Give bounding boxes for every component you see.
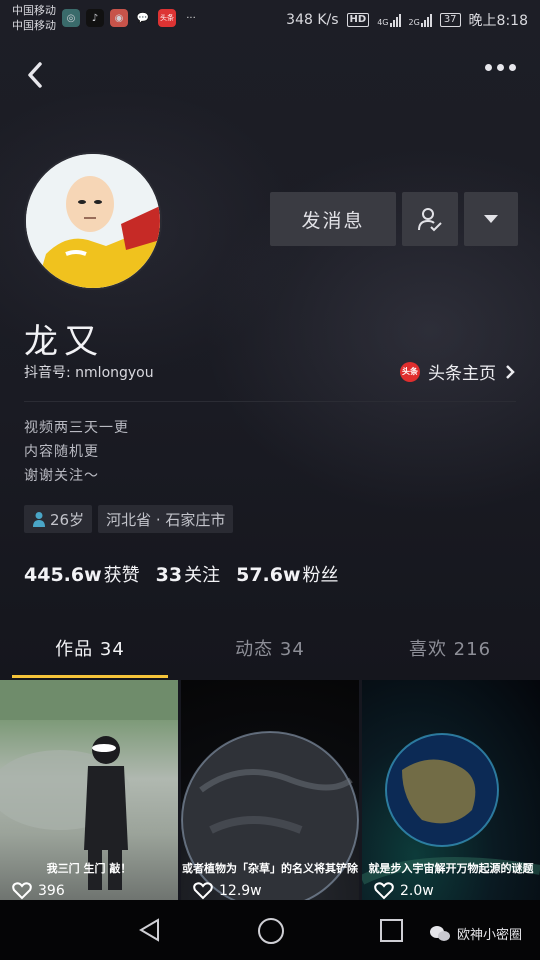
weibo-notification-icon: ◉ (110, 9, 128, 27)
bio: 视频两三天一更 内容随机更 谢谢关注～ (24, 416, 129, 488)
battery-icon: 37 (439, 13, 461, 27)
video-thumbnail[interactable]: 我三门 生门 敲！ 396 (0, 680, 178, 900)
status-right: 348 K/s HD 4G 2G 37 晚上8:18 (286, 10, 528, 30)
stat-following[interactable]: 33 关注 (156, 561, 220, 587)
likes-count: 12.9w (219, 883, 262, 899)
heart-icon (374, 882, 394, 900)
hd-icon: HD (346, 13, 370, 27)
stat-value: 445.6w (24, 564, 102, 586)
heart-icon (193, 882, 213, 900)
more-dot-icon (485, 64, 492, 71)
tab-works[interactable]: 作品 34 (0, 628, 180, 678)
stat-label: 获赞 (103, 565, 140, 586)
douyin-id: 抖音号: nmlongyou (24, 365, 154, 381)
video-grid: 我三门 生门 敲！ 396 或者植物为「杂草」的名义将其铲除 12.9w 就是步… (0, 680, 540, 900)
triangle-back-icon (139, 918, 159, 942)
video-caption: 或者植物为「杂草」的名义将其铲除 (182, 862, 358, 875)
net-type-1: 4G (377, 18, 389, 27)
net-speed: 348 K/s (286, 12, 339, 28)
followed-button[interactable] (402, 192, 458, 246)
chevron-right-icon (506, 364, 515, 379)
notification-icons: ◎ ♪ ◉ 💬 头条 ··· (62, 9, 200, 27)
bio-line: 谢谢关注～ (24, 468, 99, 484)
send-message-button[interactable]: 发消息 (270, 192, 396, 246)
bio-line: 视频两三天一更 (24, 420, 129, 436)
signal-2-icon: 2G (409, 13, 432, 27)
toutiao-notification-icon: 头条 (158, 9, 176, 27)
profile-stats: 445.6w 获赞 33 关注 57.6w 粉丝 (24, 561, 339, 587)
content-tabs: 作品 34 动态 34 喜欢 216 (0, 628, 540, 678)
carrier-info: 中国移动 中国移动 (12, 3, 56, 33)
chat-notification-icon: 💬 (136, 12, 150, 24)
chevron-left-icon (28, 62, 42, 88)
tiktok-notification-icon: ♪ (86, 9, 104, 27)
back-button[interactable] (20, 58, 54, 92)
carrier-1: 中国移动 (12, 4, 56, 17)
tab-posts[interactable]: 动态 34 (180, 628, 360, 678)
more-dot-icon (509, 64, 516, 71)
caret-down-icon (484, 215, 498, 223)
male-user-icon (33, 512, 45, 527)
location-label: 河北省 · 石家庄市 (106, 510, 226, 529)
video-thumbnail[interactable]: 就是步入宇宙解开万物起源的谜题 2.0w (362, 680, 540, 900)
age-label: 26岁 (50, 510, 85, 529)
wechat-logo-icon (429, 925, 450, 941)
avatar[interactable] (24, 152, 162, 290)
likes-count: 396 (38, 883, 65, 899)
app-notification-icon: ◎ (62, 9, 80, 27)
stat-followers[interactable]: 57.6w 粉丝 (236, 561, 338, 587)
signal-1-icon: 4G (377, 13, 401, 27)
video-likes: 396 (12, 882, 65, 900)
toutiao-label: 头条主页 (428, 364, 496, 384)
bio-line: 内容随机更 (24, 444, 99, 460)
profile-name: 龙又 (24, 322, 104, 362)
nav-recent-apps-button[interactable] (380, 919, 403, 942)
user-check-icon (418, 208, 442, 232)
age-tag: 26岁 (24, 505, 93, 533)
stat-likes: 445.6w 获赞 (24, 561, 140, 587)
more-options-button[interactable] (485, 64, 516, 71)
toutiao-logo-icon: 头条 (400, 361, 420, 382)
net-type-2: 2G (408, 18, 420, 27)
video-likes: 12.9w (193, 882, 262, 900)
tab-likes[interactable]: 喜欢 216 (360, 628, 540, 678)
stat-label: 粉丝 (302, 565, 339, 586)
nav-back-button[interactable] (138, 918, 162, 946)
watermark-text: 欧神小密圈 (456, 928, 522, 943)
likes-count: 2.0w (400, 883, 434, 899)
avatar-image (26, 154, 160, 288)
video-caption: 就是步入宇宙解开万物起源的谜题 (368, 862, 534, 875)
divider (24, 401, 516, 402)
profile-tags: 26岁 河北省 · 石家庄市 (24, 505, 234, 533)
toutiao-homepage-link[interactable]: 头条 头条主页 (400, 359, 516, 384)
video-thumbnail[interactable]: 或者植物为「杂草」的名义将其铲除 12.9w (181, 680, 359, 900)
more-dot-icon (497, 64, 504, 71)
heart-icon (12, 882, 32, 900)
recommend-dropdown-button[interactable] (464, 192, 518, 246)
video-caption: 我三门 生门 敲！ (46, 862, 132, 875)
more-notifications-icon: ··· (186, 12, 196, 24)
stat-value: 57.6w (236, 564, 301, 586)
location-tag: 河北省 · 石家庄市 (98, 505, 234, 533)
video-likes: 2.0w (374, 882, 434, 900)
clock: 晚上8:18 (468, 13, 528, 29)
carrier-2: 中国移动 (12, 19, 56, 32)
status-bar: 中国移动 中国移动 ◎ ♪ ◉ 💬 头条 ··· 348 K/s HD 4G 2… (0, 0, 540, 38)
system-navigation-bar: 欧神小密圈 (0, 900, 540, 960)
wechat-watermark: 欧神小密圈 (429, 924, 522, 943)
nav-home-button[interactable] (258, 918, 284, 944)
stat-value: 33 (155, 564, 183, 586)
stat-label: 关注 (184, 565, 221, 586)
